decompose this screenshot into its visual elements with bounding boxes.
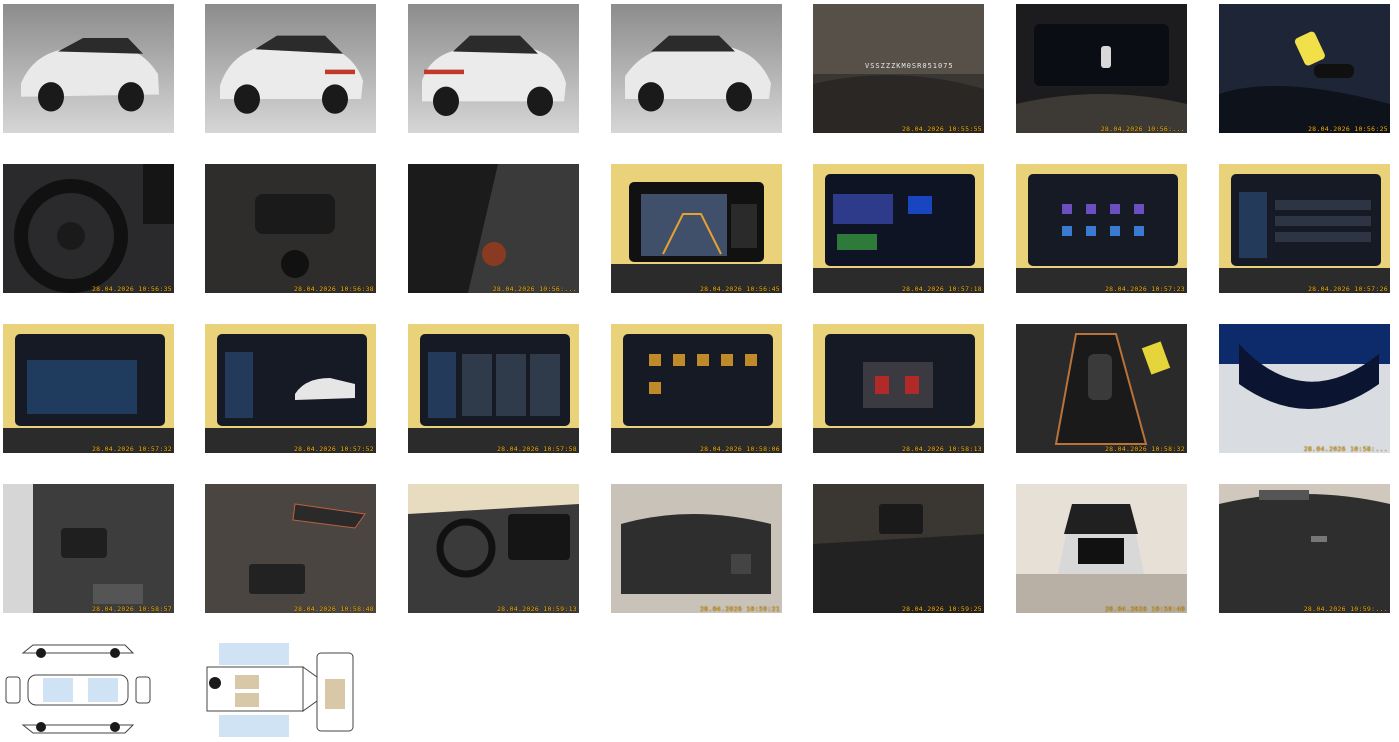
car-rear-right-image <box>408 4 579 133</box>
photo-timestamp: 28.04.2026 10:59:21 <box>699 605 780 613</box>
photo-timestamp: 28.04.2026 10:56:... <box>492 285 577 293</box>
photo-gear-selector[interactable]: 28.04.2026 10:58:32 <box>1016 324 1187 453</box>
photo-timestamp: 28.04.2026 10:58:... <box>1303 445 1388 453</box>
photo-steering-buttons-left[interactable]: 28.04.2026 10:56:38 <box>205 164 376 293</box>
photo-timestamp: 28.04.2026 10:56:... <box>1100 125 1185 133</box>
gear-selector-image <box>1016 324 1187 453</box>
rear-seats-image <box>611 484 782 613</box>
photo-timestamp: 28.04.2026 10:58:06 <box>699 445 780 453</box>
open-trunk-image <box>1016 484 1187 613</box>
photo-timestamp: 28.04.2026 10:56:25 <box>1307 125 1388 133</box>
keys-image <box>1219 4 1390 133</box>
photo-timestamp: 28.04.2026 10:59:40 <box>1104 605 1185 613</box>
car-front-left-image <box>3 4 174 133</box>
photo-screen-dialog[interactable]: 28.04.2026 10:57:32 <box>3 324 174 453</box>
photo-timestamp: 28.04.2026 10:55:55 <box>901 125 982 133</box>
photo-instrument-cluster[interactable]: 28.04.2026 10:56:... <box>1016 4 1187 133</box>
steering-wheel-image <box>3 164 174 293</box>
photo-dashboard-overview[interactable]: 28.04.2026 10:59:13 <box>408 484 579 613</box>
window-switches-image <box>205 484 376 613</box>
photo-car-keys[interactable]: 28.04.2026 10:56:25 <box>1219 4 1390 133</box>
photo-timestamp: 28.04.2026 10:57:32 <box>91 445 172 453</box>
photo-timestamp: 28.04.2026 10:57:58 <box>496 445 577 453</box>
diagram-interior-damage[interactable] <box>205 637 355 742</box>
photo-exterior-rear-right[interactable] <box>408 4 579 133</box>
photo-timestamp: 28.04.2026 10:57:26 <box>1307 285 1388 293</box>
car-front-right-image <box>611 4 782 133</box>
screen-image <box>1016 164 1187 293</box>
photo-screen-service[interactable]: 28.04.2026 10:57:52 <box>205 324 376 453</box>
door-panel-image <box>3 484 174 613</box>
photo-timestamp: 28.04.2026 10:58:57 <box>91 605 172 613</box>
diagram-exterior-damage[interactable] <box>3 637 153 742</box>
steering-buttons-image <box>205 164 376 293</box>
photo-screen-park-assist[interactable]: 28.04.2026 10:57:18 <box>813 164 984 293</box>
screen-image <box>1219 164 1390 293</box>
photo-timestamp: 28.04.2026 10:56:45 <box>699 285 780 293</box>
photo-timestamp: 28.04.2026 10:56:38 <box>293 285 374 293</box>
photo-exterior-front-left[interactable] <box>3 4 174 133</box>
photo-driver-door-panel[interactable]: 28.04.2026 10:58:57 <box>3 484 174 613</box>
screen-image <box>3 324 174 453</box>
photo-steering-buttons-right[interactable]: 28.04.2026 10:56:... <box>408 164 579 293</box>
trunk-interior-image <box>1219 484 1390 613</box>
photo-timestamp: 28.04.2026 10:57:23 <box>1104 285 1185 293</box>
screen-image <box>611 324 782 453</box>
photo-timestamp: 28.04.2026 10:58:13 <box>901 445 982 453</box>
photo-exterior-front-right[interactable] <box>611 4 782 133</box>
mirror-image <box>1219 324 1390 453</box>
photo-screen-settings[interactable]: 28.04.2026 10:57:26 <box>1219 164 1390 293</box>
steering-right-image <box>408 164 579 293</box>
photo-timestamp: 28.04.2026 10:57:52 <box>293 445 374 453</box>
photo-screen-rear-camera[interactable]: 28.04.2026 10:56:45 <box>611 164 782 293</box>
car-rear-left-image <box>205 4 376 133</box>
photo-exterior-rear-left[interactable] <box>205 4 376 133</box>
photo-trunk-interior[interactable]: 28.04.2026 10:59:... <box>1219 484 1390 613</box>
photo-vin-plate[interactable]: VSSZZZKM0SR051075 28.04.2026 10:55:55 <box>813 4 984 133</box>
photo-rear-footwell[interactable]: 28.04.2026 10:59:25 <box>813 484 984 613</box>
screen-image <box>813 324 984 453</box>
photo-screen-apps[interactable]: 28.04.2026 10:57:23 <box>1016 164 1187 293</box>
screen-image <box>205 324 376 453</box>
cluster-image <box>1016 4 1187 133</box>
photo-timestamp: 28.04.2026 10:59:25 <box>901 605 982 613</box>
exterior-damage-diagram <box>5 644 151 734</box>
photo-rear-seats[interactable]: 28.04.2026 10:59:21 <box>611 484 782 613</box>
screen-image <box>611 164 782 293</box>
screen-image <box>408 324 579 453</box>
photo-timestamp: 28.04.2026 10:59:... <box>1303 605 1388 613</box>
photo-screen-climate[interactable]: 28.04.2026 10:58:13 <box>813 324 984 453</box>
photo-steering-wheel[interactable]: 28.04.2026 10:56:35 <box>3 164 174 293</box>
photo-timestamp: 28.04.2026 10:56:35 <box>91 285 172 293</box>
photo-timestamp: 28.04.2026 10:58:48 <box>293 605 374 613</box>
dashboard-image <box>408 484 579 613</box>
photo-screen-driving-modes[interactable]: 28.04.2026 10:57:58 <box>408 324 579 453</box>
interior-damage-diagram <box>206 643 354 737</box>
photo-timestamp: 28.04.2026 10:58:32 <box>1104 445 1185 453</box>
screen-image <box>813 164 984 293</box>
photo-gallery: VSSZZZKM0SR051075 28.04.2026 10:55:55 28… <box>0 0 1399 742</box>
photo-rear-mirror[interactable]: 28.04.2026 10:58:... <box>1219 324 1390 453</box>
photo-timestamp: 28.04.2026 10:57:18 <box>901 285 982 293</box>
photo-screen-menu[interactable]: 28.04.2026 10:58:06 <box>611 324 782 453</box>
photo-open-trunk[interactable]: 28.04.2026 10:59:40 <box>1016 484 1187 613</box>
photo-door-window-switches[interactable]: 28.04.2026 10:58:48 <box>205 484 376 613</box>
rear-footwell-image <box>813 484 984 613</box>
vin-text: VSSZZZKM0SR051075 <box>865 62 954 70</box>
photo-timestamp: 28.04.2026 10:59:13 <box>496 605 577 613</box>
